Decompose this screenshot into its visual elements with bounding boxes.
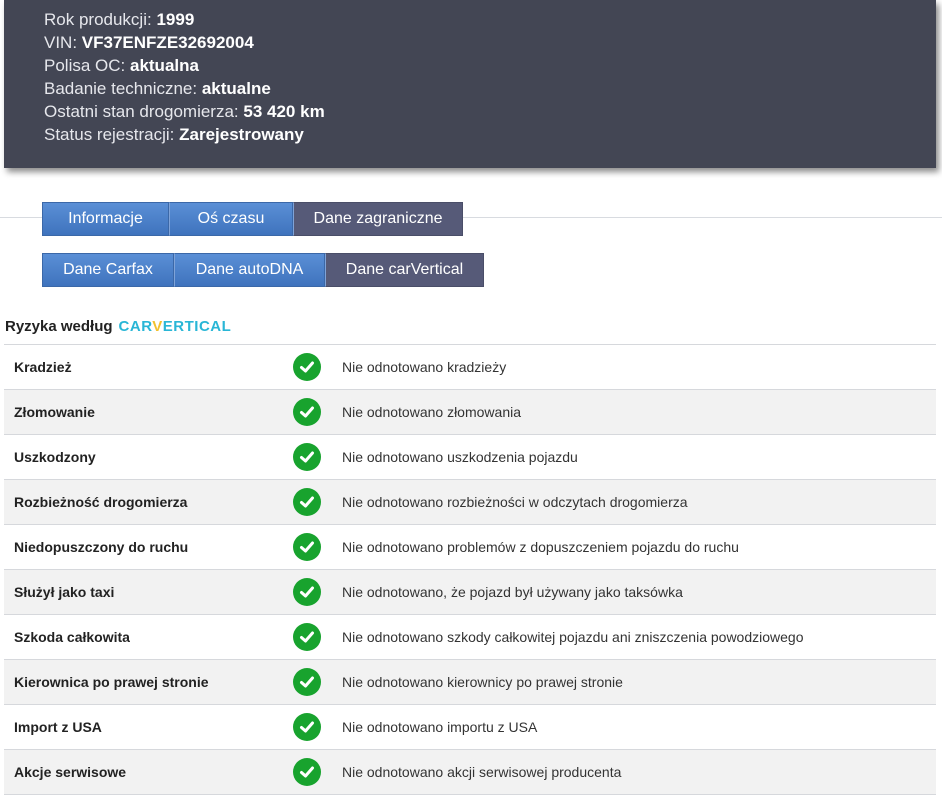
info-value: 53 420 km bbox=[243, 102, 325, 121]
tab-dane-carvertical[interactable]: Dane carVertical bbox=[325, 253, 484, 287]
tab-dane-autodna[interactable]: Dane autoDNA bbox=[174, 253, 325, 287]
risks-title: Ryzyka według bbox=[5, 318, 113, 335]
table-row: Niedopuszczony do ruchu Nie odnotowano pr… bbox=[4, 525, 936, 570]
risk-name: Niedopuszczony do ruchu bbox=[14, 539, 189, 555]
info-value: 1999 bbox=[156, 10, 195, 29]
check-icon bbox=[293, 443, 321, 471]
check-icon bbox=[293, 533, 321, 561]
check-icon bbox=[293, 488, 321, 516]
secondary-tabs: Dane Carfax Dane autoDNA Dane carVertica… bbox=[42, 253, 484, 287]
table-row: Służył jako taxi Nie odnotowano, że pojaz… bbox=[4, 570, 936, 615]
check-icon bbox=[293, 398, 321, 426]
risk-name: Szkoda całkowita bbox=[14, 629, 130, 645]
risk-name: Akcje serwisowe bbox=[14, 764, 127, 780]
risk-description: Nie odnotowano uszkodzenia pojazdu bbox=[342, 449, 578, 465]
info-label: Polisa OC: bbox=[44, 56, 126, 75]
risk-name: Import z USA bbox=[14, 719, 102, 735]
info-label: Rok produkcji: bbox=[44, 10, 152, 29]
check-icon bbox=[293, 758, 321, 786]
info-value: Zarejestrowany bbox=[179, 125, 304, 144]
info-label: Status rejestracji: bbox=[44, 125, 175, 144]
risk-description: Nie odnotowano akcji serwisowej producen… bbox=[342, 764, 622, 780]
risk-description: Nie odnotowano złomowania bbox=[342, 404, 521, 420]
carvertical-logo: CARVERTICAL bbox=[119, 318, 232, 335]
risk-description: Nie odnotowano kierownicy po prawej stro… bbox=[342, 674, 623, 690]
primary-tabs: Informacje Oś czasu Dane zagraniczne bbox=[42, 202, 463, 236]
risk-description: Nie odnotowano problemów z dopuszczeniem… bbox=[342, 539, 739, 555]
table-row: Szkoda całkowita Nie odnotowano szkody ca… bbox=[4, 615, 936, 660]
info-value: aktualna bbox=[129, 56, 199, 75]
info-registration-status: Status rejestracji: Zarejestrowany bbox=[44, 125, 304, 145]
info-production-year: Rok produkcji: 1999 bbox=[44, 10, 194, 30]
risk-description: Nie odnotowano rozbieżności w odczytach … bbox=[342, 494, 688, 510]
table-row: Kradzież Nie odnotowano kradzieży bbox=[4, 345, 936, 390]
table-row: Import z USA Nie odnotowano importu z USA bbox=[4, 705, 936, 750]
risk-name: Służył jako taxi bbox=[14, 584, 115, 600]
risk-description: Nie odnotowano importu z USA bbox=[342, 719, 538, 735]
info-label: VIN: bbox=[44, 33, 78, 52]
tab-informacje[interactable]: Informacje bbox=[42, 202, 169, 236]
table-row: Uszkodzony Nie odnotowano uszkodzenia poj… bbox=[4, 435, 936, 480]
info-value: VF37ENFZE32692004 bbox=[81, 33, 254, 52]
risk-name: Uszkodzony bbox=[14, 449, 96, 465]
info-odometer: Ostatni stan drogomierza: 53 420 km bbox=[44, 102, 325, 122]
table-row: Kierownica po prawej stronie Nie odnotowa… bbox=[4, 660, 936, 705]
logo-text-v: V bbox=[152, 318, 163, 335]
risk-description: Nie odnotowano kradzieży bbox=[342, 359, 507, 375]
check-icon bbox=[293, 668, 321, 696]
table-row: Rozbieżność drogomierza Nie odnotowano ro… bbox=[4, 480, 936, 525]
risk-name: Kradzież bbox=[14, 359, 72, 375]
risk-description: Nie odnotowano szkody całkowitej pojazdu… bbox=[342, 629, 804, 645]
info-vin: VIN: VF37ENFZE32692004 bbox=[44, 33, 254, 53]
check-icon bbox=[293, 578, 321, 606]
logo-text: CAR bbox=[118, 318, 153, 335]
vehicle-info-panel: Rok produkcji: 1999 VIN: VF37ENFZE326920… bbox=[4, 0, 936, 168]
info-label: Ostatni stan drogomierza: bbox=[44, 102, 239, 121]
check-icon bbox=[293, 623, 321, 651]
info-inspection: Badanie techniczne: aktualne bbox=[44, 79, 271, 99]
info-value: aktualne bbox=[201, 79, 271, 98]
table-row: Złomowanie Nie odnotowano złomowania bbox=[4, 390, 936, 435]
info-label: Badanie techniczne: bbox=[44, 79, 198, 98]
risk-name: Rozbieżność drogomierza bbox=[14, 494, 188, 510]
logo-text: ERTICAL bbox=[162, 318, 232, 335]
check-icon bbox=[293, 353, 321, 381]
risk-description: Nie odnotowano, że pojazd był używany ja… bbox=[342, 584, 683, 600]
tab-dane-carfax[interactable]: Dane Carfax bbox=[42, 253, 174, 287]
table-row: Akcje serwisowe Nie odnotowano akcji serw… bbox=[4, 750, 936, 795]
tab-os-czasu[interactable]: Oś czasu bbox=[169, 202, 293, 236]
risks-heading: Ryzyka według CARVERTICAL bbox=[5, 318, 231, 335]
tab-dane-zagraniczne[interactable]: Dane zagraniczne bbox=[293, 202, 463, 236]
check-icon bbox=[293, 713, 321, 741]
risk-name: Kierownica po prawej stronie bbox=[14, 674, 209, 690]
info-insurance: Polisa OC: aktualna bbox=[44, 56, 199, 76]
risk-name: Złomowanie bbox=[14, 404, 95, 420]
risk-table: Kradzież Nie odnotowano kradzieży Złomowan… bbox=[4, 344, 936, 795]
